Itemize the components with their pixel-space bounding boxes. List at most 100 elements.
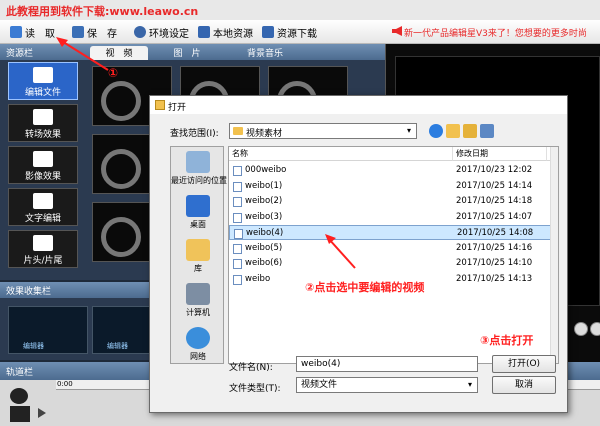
cancel-button[interactable]: 取消 xyxy=(492,376,556,394)
network-icon xyxy=(186,327,210,349)
file-date: 2017/10/25 14:07 xyxy=(456,211,533,222)
menu-text-edit[interactable]: 文字编辑 xyxy=(8,188,78,226)
file-name: weibo xyxy=(245,273,271,284)
menu-image-effect[interactable]: 影像效果 xyxy=(8,146,78,184)
filetype-value: 视频文件 xyxy=(301,380,338,390)
next-button[interactable] xyxy=(590,322,600,336)
open-file-dialog: 打开 查找范围(I): 视频素材 ▾ 最近访问的位置 桌面 库 计算机 网络 名… xyxy=(149,95,568,413)
dialog-title-bar[interactable]: 打开 xyxy=(150,96,567,114)
video-file-icon xyxy=(233,166,242,176)
place-desktop[interactable]: 桌面 xyxy=(171,195,225,230)
video-file-icon xyxy=(233,181,242,192)
video-file-icon xyxy=(233,274,242,285)
play-button[interactable] xyxy=(574,322,588,336)
annotation-step-3: ③点击打开 xyxy=(480,334,534,347)
video-file-icon xyxy=(233,243,242,254)
gear-icon xyxy=(134,26,146,38)
save-button[interactable]: 保 存 xyxy=(72,24,117,40)
file-row[interactable]: 000weibo2017/10/23 12:02M xyxy=(229,163,558,178)
settings-button-label: 环境设定 xyxy=(149,28,189,40)
play-track-icon[interactable] xyxy=(38,408,46,418)
look-in-value: 视频素材 xyxy=(246,129,283,139)
place-computer[interactable]: 计算机 xyxy=(171,283,225,318)
file-name: weibo(5) xyxy=(245,242,283,253)
effect-thumbnail[interactable]: 编辑器 xyxy=(8,306,88,354)
new-folder-icon[interactable] xyxy=(463,124,477,138)
tab-video[interactable]: 视 频 xyxy=(90,46,148,60)
file-row[interactable]: weibo(3)2017/10/25 14:07M xyxy=(229,210,558,225)
recent-places-icon xyxy=(186,151,210,173)
desktop-icon xyxy=(186,195,210,217)
main-toolbar: 读 取 保 存 环境设定 本地资源 资源下载 新一代产品编辑星V3来了！您想要的… xyxy=(0,20,600,44)
up-folder-icon[interactable] xyxy=(446,124,460,138)
file-name: weibo(4) xyxy=(246,228,284,238)
file-date: 2017/10/25 14:13 xyxy=(456,273,533,284)
text-t-icon xyxy=(33,193,53,209)
view-menu-icon[interactable] xyxy=(480,124,494,138)
place-network[interactable]: 网络 xyxy=(171,327,225,362)
back-icon[interactable] xyxy=(429,124,443,138)
resource-download-button[interactable]: 资源下载 xyxy=(262,24,317,40)
video-file-icon xyxy=(233,212,242,223)
promo-link[interactable]: 新一代产品编辑星V3来了！您想要的更多时尚 xyxy=(404,26,587,39)
film-track-icon xyxy=(10,406,30,422)
place-recent[interactable]: 最近访问的位置 xyxy=(171,151,227,186)
open-folder-icon xyxy=(10,26,22,38)
menu-intro-outro[interactable]: 片头/片尾 xyxy=(8,230,78,268)
place-library[interactable]: 库 xyxy=(171,239,225,274)
settings-button[interactable]: 环境设定 xyxy=(134,24,189,40)
file-date: 2017/10/25 14:18 xyxy=(456,196,533,206)
look-in-dropdown[interactable]: 视频素材 ▾ xyxy=(229,123,417,139)
annotation-step-2: ②点击选中要编辑的视频 xyxy=(305,281,425,294)
file-row[interactable]: weibo(4)2017/10/25 14:08M xyxy=(229,225,558,240)
film-icon xyxy=(33,67,53,83)
dialog-app-icon xyxy=(155,100,165,110)
chevron-down-icon: ▾ xyxy=(406,126,411,135)
save-button-label: 保 存 xyxy=(87,28,117,40)
upload-icon xyxy=(198,26,210,38)
save-icon xyxy=(72,26,84,38)
filename-label: 文件名(N): xyxy=(229,363,273,373)
menu-edit-file[interactable]: 编辑文件 xyxy=(8,62,78,100)
library-icon xyxy=(186,239,210,261)
timeline-zero-label: 0:00 xyxy=(57,380,73,388)
look-in-label: 查找范围(I): xyxy=(170,129,219,139)
file-row[interactable]: weibo(5)2017/10/25 14:16M xyxy=(229,241,558,256)
place-network-label: 网络 xyxy=(190,352,206,361)
local-resource-button[interactable]: 本地资源 xyxy=(198,24,253,40)
resource-side-menu: 编辑文件 转场效果 影像效果 文字编辑 片头/片尾 xyxy=(8,62,78,272)
video-file-icon xyxy=(233,197,242,207)
timeline-title: 轨道栏 xyxy=(6,368,34,378)
open-button[interactable]: 读 取 xyxy=(10,24,55,40)
column-header-name[interactable]: 名称 xyxy=(229,147,453,161)
effect-panel-title: 效果收集栏 xyxy=(6,287,52,297)
open-file-button[interactable]: 打开(O) xyxy=(492,355,556,373)
top-banner: 此教程用到软件下载:www.leawo.cn xyxy=(0,0,600,20)
place-computer-label: 计算机 xyxy=(186,308,210,317)
filetype-select[interactable]: 视频文件 ▾ xyxy=(296,377,478,393)
file-row[interactable]: weibo(6)2017/10/25 14:10M xyxy=(229,256,558,271)
resource-panel-title: 资源栏 xyxy=(6,49,34,59)
file-date: 2017/10/25 14:16 xyxy=(456,242,533,253)
menu-transition[interactable]: 转场效果 xyxy=(8,104,78,142)
open-button-label: 读 取 xyxy=(25,28,55,40)
place-desktop-label: 桌面 xyxy=(190,220,206,229)
tab-music[interactable]: 背景音乐 xyxy=(230,46,300,60)
blocks-icon xyxy=(33,235,53,251)
file-name: weibo(6) xyxy=(245,258,283,268)
video-file-icon xyxy=(234,229,243,239)
menu-image-effect-label: 影像效果 xyxy=(24,172,61,182)
tab-image[interactable]: 图 片 xyxy=(158,46,216,60)
file-list-scrollbar[interactable] xyxy=(550,147,558,363)
file-row[interactable]: weibo(1)2017/10/25 14:14M xyxy=(229,179,558,194)
effect-icon xyxy=(33,151,53,167)
column-header-date[interactable]: 修改日期 xyxy=(453,147,547,161)
file-row[interactable]: weibo(2)2017/10/25 14:18M xyxy=(229,194,558,209)
banner-text: 此教程用到软件下载:www.leawo.cn xyxy=(6,5,199,18)
menu-transition-label: 转场效果 xyxy=(24,130,61,140)
effect-thumbnail-label: 编辑器 xyxy=(107,342,128,350)
chevron-down-icon: ▾ xyxy=(467,380,472,389)
file-name: 000weibo xyxy=(245,165,287,175)
file-name: weibo(3) xyxy=(245,211,283,222)
filename-input[interactable]: weibo(4) xyxy=(296,356,478,372)
